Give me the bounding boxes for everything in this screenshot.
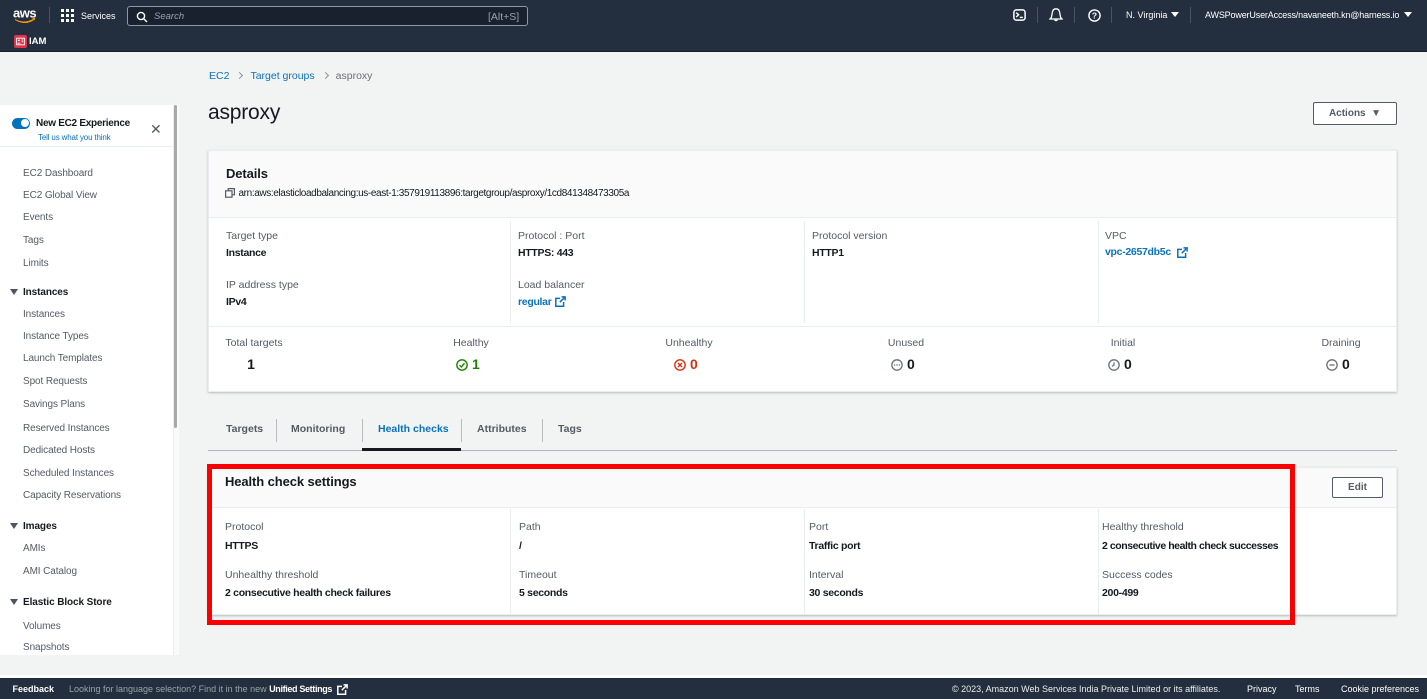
svg-text:?: ? [1092, 11, 1097, 21]
